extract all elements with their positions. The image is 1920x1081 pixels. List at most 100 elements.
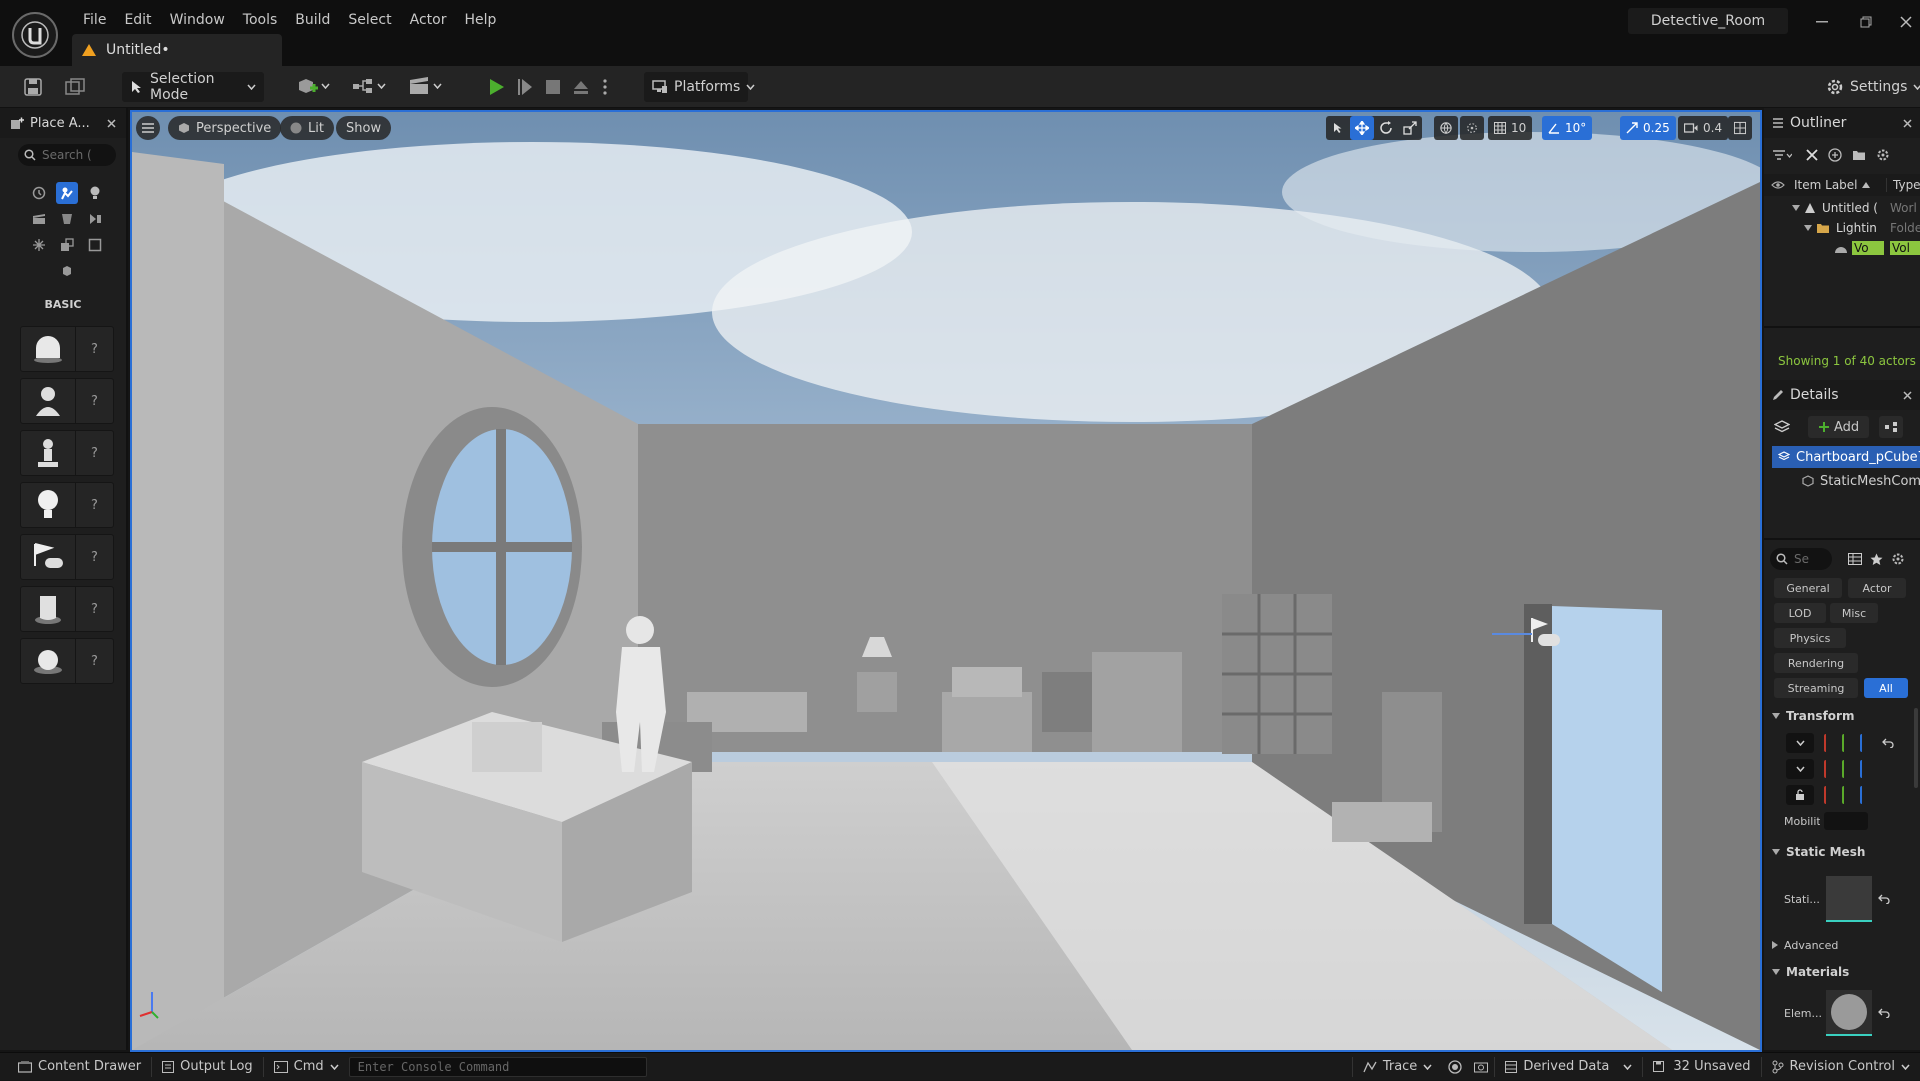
component-row-actor[interactable]: Chartboard_pCube7 bbox=[1772, 446, 1920, 468]
save-icon[interactable] bbox=[22, 76, 44, 98]
scale-snap-control[interactable]: 0.25 bbox=[1620, 116, 1676, 140]
menu-help[interactable]: Help bbox=[455, 0, 505, 40]
blueprint-convert-icon[interactable] bbox=[1879, 416, 1904, 438]
move-tool-icon[interactable] bbox=[1350, 116, 1374, 140]
location-z-field[interactable] bbox=[1860, 734, 1874, 752]
materials-section-header[interactable]: Materials bbox=[1764, 960, 1920, 984]
unreal-logo-icon[interactable] bbox=[12, 12, 58, 58]
visibility-eye-icon[interactable] bbox=[1770, 180, 1786, 190]
perspective-button[interactable]: Perspective bbox=[168, 116, 282, 140]
filter-icon[interactable] bbox=[1772, 149, 1792, 161]
column-item-label[interactable]: Item Label bbox=[1794, 178, 1858, 192]
grid-snap-control[interactable]: 10 bbox=[1488, 116, 1533, 140]
place-item-character[interactable]: ? bbox=[20, 378, 114, 424]
transform-section-header[interactable]: Transform bbox=[1764, 704, 1920, 728]
add-actor-dropdown[interactable] bbox=[296, 76, 330, 96]
select-tool-icon[interactable] bbox=[1326, 116, 1350, 140]
location-x-field[interactable] bbox=[1824, 734, 1838, 752]
category-lod-button[interactable]: LOD bbox=[1774, 603, 1826, 623]
category-general-button[interactable]: General bbox=[1774, 578, 1842, 598]
minimize-icon[interactable] bbox=[1812, 12, 1832, 32]
mobility-selector[interactable] bbox=[1824, 812, 1868, 830]
cinematic-icon[interactable] bbox=[28, 208, 50, 230]
expand-arrow-icon[interactable] bbox=[1804, 225, 1812, 231]
surface-snap-icon[interactable] bbox=[1460, 116, 1484, 140]
selection-mode-dropdown[interactable]: Selection Mode bbox=[122, 71, 264, 103]
geometry-icon[interactable] bbox=[84, 208, 106, 230]
help-icon[interactable]: ? bbox=[75, 379, 113, 423]
basic-icon[interactable] bbox=[56, 182, 78, 204]
add-actor-icon[interactable] bbox=[1828, 148, 1842, 162]
material-thumbnail[interactable] bbox=[1826, 990, 1872, 1036]
property-matrix-icon[interactable] bbox=[1848, 553, 1862, 565]
menu-build[interactable]: Build bbox=[286, 0, 339, 40]
scale-y-field[interactable] bbox=[1842, 786, 1856, 804]
stop-icon[interactable] bbox=[542, 76, 564, 98]
advanced-row[interactable]: Advanced bbox=[1764, 934, 1920, 956]
help-icon[interactable]: ? bbox=[75, 639, 113, 683]
close-panel-icon[interactable] bbox=[107, 118, 116, 128]
help-icon[interactable]: ? bbox=[75, 431, 113, 475]
lights-icon[interactable] bbox=[84, 182, 106, 204]
category-physics-button[interactable]: Physics bbox=[1774, 628, 1846, 648]
category-all-button[interactable]: All bbox=[1864, 678, 1908, 698]
step-icon[interactable] bbox=[514, 76, 536, 98]
recent-icon[interactable] bbox=[28, 182, 50, 204]
outliner-settings-gear-icon[interactable] bbox=[1876, 148, 1890, 162]
location-y-field[interactable] bbox=[1842, 734, 1856, 752]
trace-dropdown[interactable]: Trace bbox=[1353, 1053, 1443, 1081]
static-mesh-thumbnail[interactable] bbox=[1826, 876, 1872, 922]
close-window-icon[interactable] bbox=[1896, 12, 1916, 32]
help-icon[interactable]: ? bbox=[75, 587, 113, 631]
viewport-layout-icon[interactable] bbox=[1728, 116, 1752, 140]
eject-icon[interactable] bbox=[570, 76, 592, 98]
favorite-star-icon[interactable] bbox=[1870, 553, 1883, 566]
world-space-icon[interactable] bbox=[1434, 116, 1458, 140]
particles-icon[interactable] bbox=[28, 234, 50, 256]
rotation-snap-control[interactable]: 10° bbox=[1542, 116, 1593, 140]
reset-arrow-icon[interactable] bbox=[1882, 738, 1894, 748]
category-rendering-button[interactable]: Rendering bbox=[1774, 653, 1858, 673]
visual-effects-icon[interactable] bbox=[56, 208, 78, 230]
content-drawer-button[interactable]: Content Drawer bbox=[0, 1053, 151, 1081]
reset-arrow-icon[interactable] bbox=[1878, 894, 1890, 904]
static-mesh-section-header[interactable]: Static Mesh bbox=[1764, 840, 1920, 864]
clear-filter-icon[interactable] bbox=[1806, 149, 1818, 161]
details-settings-gear-icon[interactable] bbox=[1891, 552, 1905, 566]
close-panel-icon[interactable] bbox=[1903, 390, 1912, 400]
derived-data-dropdown[interactable]: Derived Data bbox=[1495, 1053, 1642, 1081]
scale-lock-icon[interactable] bbox=[1786, 785, 1814, 805]
tree-row-volume[interactable]: Vo Vol bbox=[1764, 238, 1920, 258]
scale-x-field[interactable] bbox=[1824, 786, 1838, 804]
cinematics-dropdown[interactable] bbox=[408, 76, 442, 96]
tree-row-world[interactable]: Untitled ( Worl bbox=[1764, 198, 1920, 218]
help-icon[interactable]: ? bbox=[75, 535, 113, 579]
place-item-cylinder[interactable]: ? bbox=[20, 586, 114, 632]
settings-dropdown[interactable]: Settings bbox=[1818, 72, 1920, 102]
component-row-static-mesh[interactable]: StaticMeshCom bbox=[1772, 470, 1920, 492]
place-item-sphere[interactable]: ? bbox=[20, 638, 114, 684]
volumes-icon[interactable] bbox=[84, 234, 106, 256]
camera-speed-control[interactable]: 0.4 bbox=[1678, 116, 1729, 140]
place-item-cube[interactable]: ? bbox=[20, 326, 114, 372]
unsaved-assets-button[interactable]: 32 Unsaved bbox=[1643, 1053, 1760, 1081]
revision-control-dropdown[interactable]: Revision Control bbox=[1762, 1053, 1920, 1081]
column-type[interactable]: Type bbox=[1886, 178, 1920, 192]
rotation-dropdown[interactable] bbox=[1786, 759, 1814, 779]
menu-select[interactable]: Select bbox=[339, 0, 400, 40]
place-actors-search[interactable]: Search ( bbox=[18, 144, 116, 166]
show-button[interactable]: Show bbox=[336, 116, 392, 140]
all-classes-icon[interactable] bbox=[56, 260, 78, 282]
new-folder-icon[interactable] bbox=[1852, 149, 1866, 161]
help-icon[interactable]: ? bbox=[75, 327, 113, 371]
play-options-icon[interactable] bbox=[598, 76, 612, 98]
expand-arrow-icon[interactable] bbox=[1792, 205, 1800, 211]
cmd-dropdown[interactable]: Cmd bbox=[264, 1053, 349, 1081]
blueprint-dropdown[interactable] bbox=[352, 76, 386, 96]
play-icon[interactable] bbox=[486, 76, 508, 98]
location-dropdown[interactable] bbox=[1786, 733, 1814, 753]
add-component-button[interactable]: Add bbox=[1808, 416, 1870, 438]
shapes-icon[interactable] bbox=[56, 234, 78, 256]
help-icon[interactable]: ? bbox=[75, 483, 113, 527]
category-misc-button[interactable]: Misc bbox=[1830, 603, 1878, 623]
